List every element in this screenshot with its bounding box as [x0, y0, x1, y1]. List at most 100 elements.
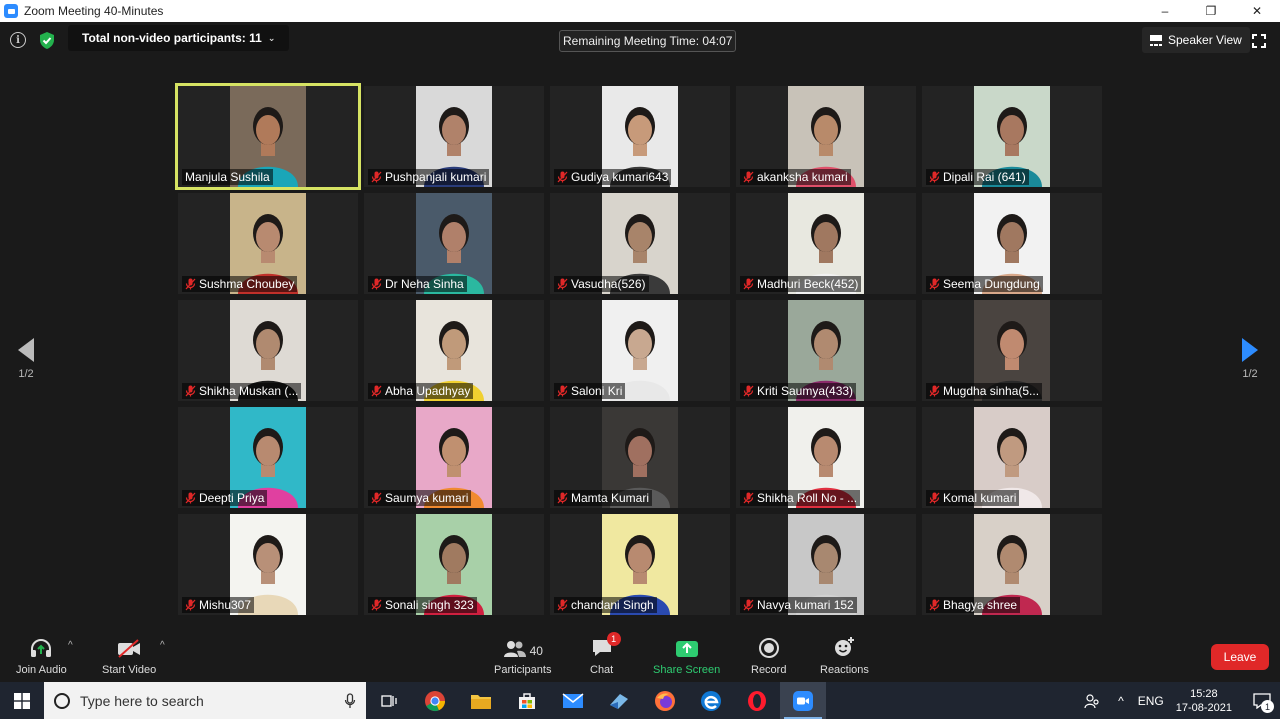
- start-video-button[interactable]: Start Video: [102, 636, 156, 676]
- participant-name-tag: Deepti Priya: [182, 490, 268, 506]
- microphone-icon[interactable]: [344, 692, 356, 709]
- participant-tile[interactable]: Mishu307: [178, 514, 358, 615]
- participant-tile[interactable]: Sonali singh 323: [364, 514, 544, 615]
- tray-overflow-chevron[interactable]: ^: [1118, 694, 1124, 708]
- muted-mic-icon: [743, 492, 754, 504]
- audio-options-caret[interactable]: ^: [68, 640, 73, 651]
- participant-name-tag: Gudiya kumari643: [554, 169, 672, 185]
- video-options-caret[interactable]: ^: [160, 640, 165, 651]
- participant-tile[interactable]: Seema Dungdung: [922, 193, 1102, 294]
- edge-icon: [701, 690, 721, 711]
- muted-mic-icon: [557, 385, 568, 397]
- start-button[interactable]: [0, 682, 44, 719]
- participant-name: Shikha Roll No - ...: [757, 491, 858, 505]
- taskbar-chrome[interactable]: [412, 682, 458, 719]
- video-off-icon: [116, 636, 142, 658]
- action-center-button[interactable]: 1: [1244, 682, 1280, 719]
- participant-name-tag: Saloni Kri: [554, 383, 626, 399]
- participants-label: Participants: [494, 664, 552, 676]
- muted-mic-icon: [743, 171, 754, 183]
- participant-tile[interactable]: Saloni Kri: [550, 300, 730, 401]
- participant-tile[interactable]: Kriti Saumya(433): [736, 300, 916, 401]
- chevron-down-icon: ⌄: [267, 32, 276, 43]
- window-controls: – ❐ ✕: [1142, 0, 1280, 22]
- muted-mic-icon: [557, 492, 568, 504]
- participant-tile[interactable]: Sushma Choubey: [178, 193, 358, 294]
- participant-tile[interactable]: Komal kumari: [922, 407, 1102, 508]
- leave-button[interactable]: Leave: [1211, 644, 1269, 670]
- participant-name-tag: Kriti Saumya(433): [740, 383, 857, 399]
- chat-badge: 1: [606, 632, 621, 646]
- participant-name: Kriti Saumya(433): [757, 384, 854, 398]
- participant-name-tag: Abha Upadhyay: [368, 383, 474, 399]
- join-audio-button[interactable]: Join Audio: [16, 636, 67, 676]
- participant-tile[interactable]: Mugdha sinha(5...: [922, 300, 1102, 401]
- minimize-button[interactable]: –: [1142, 0, 1188, 22]
- taskbar-store[interactable]: [504, 682, 550, 719]
- taskbar-edge-legacy[interactable]: [596, 682, 642, 719]
- participant-name-tag: Mugdha sinha(5...: [926, 383, 1043, 399]
- speaker-view-label: Speaker View: [1168, 33, 1242, 47]
- system-tray: ^ ENG 15:28 17-08-2021 1: [1084, 682, 1280, 719]
- taskbar-mail[interactable]: [550, 682, 596, 719]
- people-icon[interactable]: [1084, 693, 1100, 709]
- participant-tile[interactable]: Abha Upadhyay: [364, 300, 544, 401]
- close-button[interactable]: ✕: [1234, 0, 1280, 22]
- taskbar-edge[interactable]: [688, 682, 734, 719]
- fullscreen-icon[interactable]: [1252, 34, 1266, 48]
- participant-tile[interactable]: Bhagya shree: [922, 514, 1102, 615]
- language-indicator[interactable]: ENG: [1138, 694, 1164, 708]
- participant-tile[interactable]: Gudiya kumari643: [550, 86, 730, 187]
- meeting-area: i Total non-video participants: 11 ⌄ Rem…: [0, 22, 1280, 630]
- participant-name: Shikha Muskan (...: [199, 384, 299, 398]
- share-screen-icon: [675, 636, 699, 658]
- participant-tile[interactable]: Navya kumari 152: [736, 514, 916, 615]
- chat-button[interactable]: 1 Chat: [590, 632, 621, 676]
- participant-tile[interactable]: Deepti Priya: [178, 407, 358, 508]
- reactions-button[interactable]: Reactions: [820, 636, 869, 676]
- participant-tile[interactable]: Vasudha(526): [550, 193, 730, 294]
- participants-button[interactable]: 40 Participants: [494, 636, 551, 676]
- taskbar-zoom[interactable]: [780, 682, 826, 719]
- taskbar-file-explorer[interactable]: [458, 682, 504, 719]
- share-screen-button[interactable]: Share Screen: [653, 636, 720, 676]
- cortana-icon: [54, 692, 70, 709]
- participant-tile[interactable]: Saumya kumari: [364, 407, 544, 508]
- non-video-participants-toggle[interactable]: Total non-video participants: 11 ⌄: [68, 25, 290, 51]
- shield-check-icon[interactable]: [38, 31, 56, 50]
- non-video-label: Total non-video participants: 11: [82, 31, 262, 45]
- participant-tile[interactable]: Shikha Muskan (...: [178, 300, 358, 401]
- next-page-button[interactable]: 1/2: [1242, 338, 1258, 380]
- participant-name: Saloni Kri: [571, 384, 623, 398]
- notification-count: 1: [1261, 700, 1274, 713]
- participant-tile[interactable]: Dr Neha Sinha: [364, 193, 544, 294]
- participant-tile[interactable]: akanksha kumari: [736, 86, 916, 187]
- remaining-time-badge: Remaining Meeting Time: 04:07: [559, 30, 737, 52]
- participant-tile[interactable]: Manjula Sushila: [175, 83, 361, 190]
- taskbar-opera[interactable]: [734, 682, 780, 719]
- participant-name: akanksha kumari: [757, 170, 848, 184]
- taskbar-clock[interactable]: 15:28 17-08-2021: [1176, 687, 1232, 715]
- participant-tile[interactable]: chandani Singh: [550, 514, 730, 615]
- maximize-button[interactable]: ❐: [1188, 0, 1234, 22]
- participants-icon: 40: [503, 636, 543, 658]
- info-icon[interactable]: i: [10, 32, 26, 48]
- participant-tile[interactable]: Shikha Roll No - ...: [736, 407, 916, 508]
- muted-mic-icon: [929, 599, 940, 611]
- taskbar-search[interactable]: Type here to search: [44, 682, 366, 719]
- participant-name: Pushpanjali kumari: [385, 170, 487, 184]
- muted-mic-icon: [371, 171, 382, 183]
- taskbar-firefox[interactable]: [642, 682, 688, 719]
- participant-tile[interactable]: Madhuri Beck(452): [736, 193, 916, 294]
- store-icon: [519, 692, 535, 709]
- participant-tile[interactable]: Mamta Kumari: [550, 407, 730, 508]
- participant-name-tag: Sonali singh 323: [368, 597, 477, 613]
- previous-page-button[interactable]: 1/2: [18, 338, 34, 380]
- participant-name-tag: Manjula Sushila: [182, 169, 273, 185]
- task-view-button[interactable]: [366, 682, 412, 719]
- speaker-view-button[interactable]: Speaker View: [1142, 27, 1250, 53]
- participant-tile[interactable]: Pushpanjali kumari: [364, 86, 544, 187]
- participant-name-tag: Dipali Rai (641): [926, 169, 1029, 185]
- record-button[interactable]: Record: [751, 636, 786, 676]
- participant-tile[interactable]: Dipali Rai (641): [922, 86, 1102, 187]
